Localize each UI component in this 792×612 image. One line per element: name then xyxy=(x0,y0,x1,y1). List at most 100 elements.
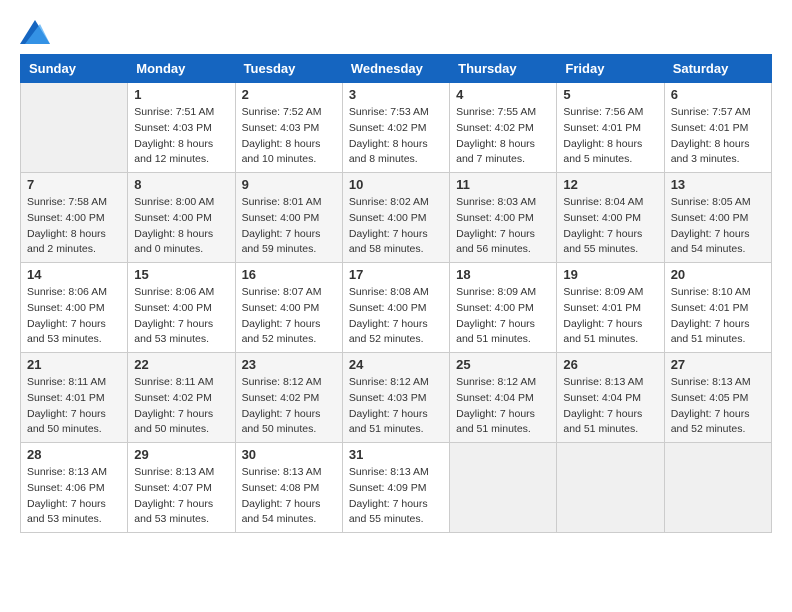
day-info: Sunrise: 8:12 AMSunset: 4:02 PMDaylight:… xyxy=(242,375,336,438)
day-number: 9 xyxy=(242,177,336,192)
day-info: Sunrise: 8:12 AMSunset: 4:04 PMDaylight:… xyxy=(456,375,550,438)
day-number: 28 xyxy=(27,447,121,462)
calendar-cell: 5Sunrise: 7:56 AMSunset: 4:01 PMDaylight… xyxy=(557,83,664,173)
calendar: SundayMondayTuesdayWednesdayThursdayFrid… xyxy=(20,54,772,533)
day-info: Sunrise: 8:13 AMSunset: 4:07 PMDaylight:… xyxy=(134,465,228,528)
day-info: Sunrise: 8:06 AMSunset: 4:00 PMDaylight:… xyxy=(27,285,121,348)
calendar-cell: 22 Sunrise: 8:11 AMSunset: 4:02 PMDayligh… xyxy=(128,353,235,443)
calendar-cell: 12 Sunrise: 8:04 AMSunset: 4:00 PMDayligh… xyxy=(557,173,664,263)
weekday-header: Saturday xyxy=(664,55,771,83)
weekday-header: Wednesday xyxy=(342,55,449,83)
weekday-header: Monday xyxy=(128,55,235,83)
day-info: Sunrise: 8:06 AMSunset: 4:00 PMDaylight:… xyxy=(134,285,228,348)
day-number: 7 xyxy=(27,177,121,192)
calendar-cell: 19 Sunrise: 8:09 AMSunset: 4:01 PMDayligh… xyxy=(557,263,664,353)
calendar-cell: 10 Sunrise: 8:02 AMSunset: 4:00 PMDayligh… xyxy=(342,173,449,263)
day-info: Sunrise: 8:13 AMSunset: 4:08 PMDaylight:… xyxy=(242,465,336,528)
day-info: Sunrise: 8:09 AMSunset: 4:00 PMDaylight:… xyxy=(456,285,550,348)
day-info: Sunrise: 8:04 AMSunset: 4:00 PMDaylight:… xyxy=(563,195,657,258)
day-number: 21 xyxy=(27,357,121,372)
weekday-header: Sunday xyxy=(21,55,128,83)
calendar-cell: 20Sunrise: 8:10 AMSunset: 4:01 PMDayligh… xyxy=(664,263,771,353)
day-number: 25 xyxy=(456,357,550,372)
calendar-cell: 11Sunrise: 8:03 AMSunset: 4:00 PMDayligh… xyxy=(450,173,557,263)
calendar-cell: 16Sunrise: 8:07 AMSunset: 4:00 PMDayligh… xyxy=(235,263,342,353)
day-info: Sunrise: 8:13 AMSunset: 4:09 PMDaylight:… xyxy=(349,465,443,528)
day-info: Sunrise: 8:05 AMSunset: 4:00 PMDaylight:… xyxy=(671,195,765,258)
day-info: Sunrise: 8:12 AMSunset: 4:03 PMDaylight:… xyxy=(349,375,443,438)
day-info: Sunrise: 8:07 AMSunset: 4:00 PMDaylight:… xyxy=(242,285,336,348)
day-number: 20 xyxy=(671,267,765,282)
calendar-cell xyxy=(450,443,557,533)
day-info: Sunrise: 7:51 AMSunset: 4:03 PMDaylight:… xyxy=(134,105,228,168)
day-info: Sunrise: 7:57 AMSunset: 4:01 PMDaylight:… xyxy=(671,105,765,168)
logo xyxy=(20,20,54,44)
calendar-cell: 18Sunrise: 8:09 AMSunset: 4:00 PMDayligh… xyxy=(450,263,557,353)
calendar-cell: 24 Sunrise: 8:12 AMSunset: 4:03 PMDayligh… xyxy=(342,353,449,443)
day-number: 15 xyxy=(134,267,228,282)
calendar-cell: 27Sunrise: 8:13 AMSunset: 4:05 PMDayligh… xyxy=(664,353,771,443)
calendar-cell: 21Sunrise: 8:11 AMSunset: 4:01 PMDayligh… xyxy=(21,353,128,443)
calendar-week-row: 1 Sunrise: 7:51 AMSunset: 4:03 PMDaylight… xyxy=(21,83,772,173)
day-number: 31 xyxy=(349,447,443,462)
calendar-cell: 14 Sunrise: 8:06 AMSunset: 4:00 PMDayligh… xyxy=(21,263,128,353)
day-number: 8 xyxy=(134,177,228,192)
day-number: 29 xyxy=(134,447,228,462)
calendar-cell: 8 Sunrise: 8:00 AMSunset: 4:00 PMDaylight… xyxy=(128,173,235,263)
calendar-header-row: SundayMondayTuesdayWednesdayThursdayFrid… xyxy=(21,55,772,83)
day-info: Sunrise: 7:53 AMSunset: 4:02 PMDaylight:… xyxy=(349,105,443,168)
day-info: Sunrise: 7:56 AMSunset: 4:01 PMDaylight:… xyxy=(563,105,657,168)
calendar-cell xyxy=(21,83,128,173)
day-info: Sunrise: 8:13 AMSunset: 4:06 PMDaylight:… xyxy=(27,465,121,528)
day-info: Sunrise: 8:00 AMSunset: 4:00 PMDaylight:… xyxy=(134,195,228,258)
day-info: Sunrise: 7:55 AMSunset: 4:02 PMDaylight:… xyxy=(456,105,550,168)
weekday-header: Friday xyxy=(557,55,664,83)
day-number: 13 xyxy=(671,177,765,192)
calendar-cell: 6 Sunrise: 7:57 AMSunset: 4:01 PMDaylight… xyxy=(664,83,771,173)
calendar-cell: 17 Sunrise: 8:08 AMSunset: 4:00 PMDayligh… xyxy=(342,263,449,353)
day-number: 11 xyxy=(456,177,550,192)
day-number: 6 xyxy=(671,87,765,102)
calendar-week-row: 28 Sunrise: 8:13 AMSunset: 4:06 PMDayligh… xyxy=(21,443,772,533)
day-number: 26 xyxy=(563,357,657,372)
day-number: 3 xyxy=(349,87,443,102)
day-info: Sunrise: 8:08 AMSunset: 4:00 PMDaylight:… xyxy=(349,285,443,348)
day-number: 17 xyxy=(349,267,443,282)
day-info: Sunrise: 8:09 AMSunset: 4:01 PMDaylight:… xyxy=(563,285,657,348)
day-number: 24 xyxy=(349,357,443,372)
calendar-cell: 25 Sunrise: 8:12 AMSunset: 4:04 PMDayligh… xyxy=(450,353,557,443)
logo-icon xyxy=(20,20,50,44)
calendar-week-row: 7Sunrise: 7:58 AMSunset: 4:00 PMDaylight… xyxy=(21,173,772,263)
day-info: Sunrise: 8:01 AMSunset: 4:00 PMDaylight:… xyxy=(242,195,336,258)
day-info: Sunrise: 8:13 AMSunset: 4:04 PMDaylight:… xyxy=(563,375,657,438)
calendar-week-row: 21Sunrise: 8:11 AMSunset: 4:01 PMDayligh… xyxy=(21,353,772,443)
day-number: 19 xyxy=(563,267,657,282)
day-number: 2 xyxy=(242,87,336,102)
day-info: Sunrise: 8:13 AMSunset: 4:05 PMDaylight:… xyxy=(671,375,765,438)
calendar-cell: 13 Sunrise: 8:05 AMSunset: 4:00 PMDayligh… xyxy=(664,173,771,263)
calendar-cell: 15 Sunrise: 8:06 AMSunset: 4:00 PMDayligh… xyxy=(128,263,235,353)
day-number: 14 xyxy=(27,267,121,282)
calendar-cell: 9 Sunrise: 8:01 AMSunset: 4:00 PMDaylight… xyxy=(235,173,342,263)
calendar-cell: 7Sunrise: 7:58 AMSunset: 4:00 PMDaylight… xyxy=(21,173,128,263)
day-number: 1 xyxy=(134,87,228,102)
day-number: 12 xyxy=(563,177,657,192)
calendar-cell: 30 Sunrise: 8:13 AMSunset: 4:08 PMDayligh… xyxy=(235,443,342,533)
calendar-cell: 1 Sunrise: 7:51 AMSunset: 4:03 PMDaylight… xyxy=(128,83,235,173)
day-info: Sunrise: 8:02 AMSunset: 4:00 PMDaylight:… xyxy=(349,195,443,258)
day-info: Sunrise: 8:11 AMSunset: 4:02 PMDaylight:… xyxy=(134,375,228,438)
calendar-cell xyxy=(664,443,771,533)
calendar-cell: 4Sunrise: 7:55 AMSunset: 4:02 PMDaylight… xyxy=(450,83,557,173)
day-number: 30 xyxy=(242,447,336,462)
calendar-cell xyxy=(557,443,664,533)
calendar-cell: 23Sunrise: 8:12 AMSunset: 4:02 PMDayligh… xyxy=(235,353,342,443)
calendar-cell: 26 Sunrise: 8:13 AMSunset: 4:04 PMDayligh… xyxy=(557,353,664,443)
weekday-header: Tuesday xyxy=(235,55,342,83)
day-number: 22 xyxy=(134,357,228,372)
day-number: 10 xyxy=(349,177,443,192)
calendar-week-row: 14 Sunrise: 8:06 AMSunset: 4:00 PMDayligh… xyxy=(21,263,772,353)
calendar-cell: 3 Sunrise: 7:53 AMSunset: 4:02 PMDaylight… xyxy=(342,83,449,173)
calendar-cell: 29 Sunrise: 8:13 AMSunset: 4:07 PMDayligh… xyxy=(128,443,235,533)
calendar-cell: 31 Sunrise: 8:13 AMSunset: 4:09 PMDayligh… xyxy=(342,443,449,533)
calendar-cell: 28 Sunrise: 8:13 AMSunset: 4:06 PMDayligh… xyxy=(21,443,128,533)
